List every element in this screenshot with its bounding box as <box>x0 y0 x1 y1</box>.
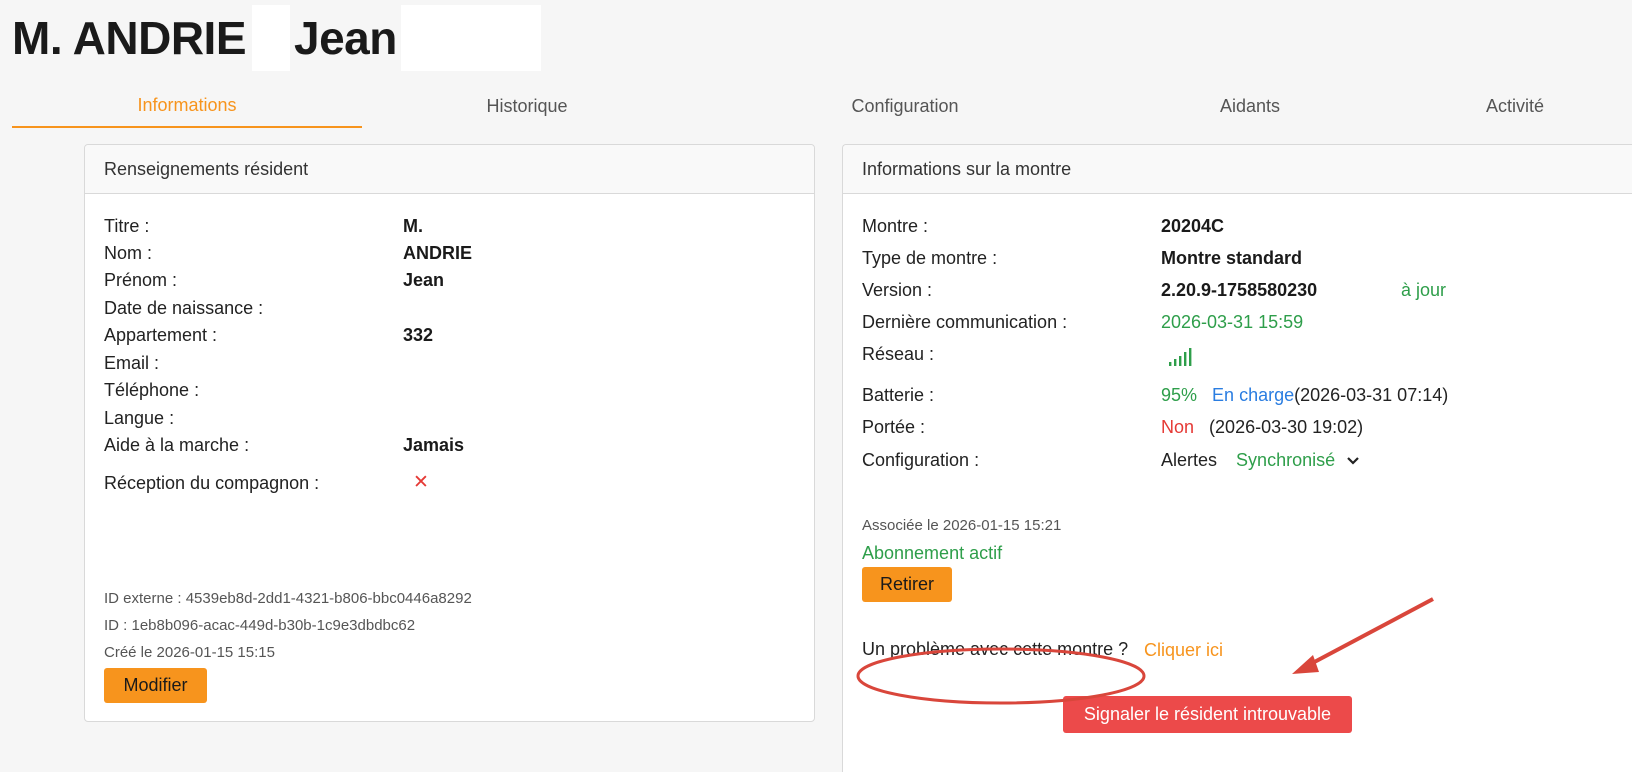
tab-bar: Informations Historique Configuration Ai… <box>0 84 1632 130</box>
tab-activite[interactable]: Activité <box>1440 84 1590 128</box>
battery-label: Batterie : <box>862 385 935 405</box>
last-communication-value: 2026-03-31 15:59 <box>1161 312 1304 332</box>
problem-link[interactable]: Cliquer ici <box>1144 640 1223 661</box>
resident-card-heading: Renseignements résident <box>85 145 814 194</box>
resident-info-card: Renseignements résident Titre : M. Nom :… <box>84 144 815 722</box>
last-communication-label: Dernière communication : <box>862 312 1068 332</box>
field-label-companion: Réception du compagnon : <box>104 473 320 493</box>
tab-configuration[interactable]: Configuration <box>760 84 1050 128</box>
resident-id: ID : 1eb8b096-acac-449d-b30b-1c9e3dbdbc6… <box>104 617 416 634</box>
config-alerts: Alertes <box>1161 450 1218 470</box>
tab-informations[interactable]: Informations <box>12 84 362 128</box>
watch-value: 20204C <box>1161 216 1225 236</box>
chevron-down-icon <box>1347 457 1359 465</box>
redaction-block <box>252 5 291 71</box>
signal-icon <box>1169 348 1192 366</box>
field-label-phone: Téléphone : <box>104 380 200 400</box>
report-missing-resident-button[interactable]: Signaler le résident introuvable <box>1063 696 1352 733</box>
worn-info: Non (2026-03-30 19:02) <box>1161 417 1363 438</box>
external-id: ID externe : 4539eb8d-2dd1-4321-b806-bbc… <box>104 590 472 607</box>
created-date: Créé le 2026-01-15 15:15 <box>104 644 275 661</box>
watch-info-card: Informations sur la montre Montre : 2020… <box>842 144 1632 772</box>
field-value-apartment: 332 <box>403 325 434 345</box>
problem-text: Un problème avec cette montre ? <box>862 639 1129 659</box>
worn-value: Non <box>1161 417 1195 437</box>
battery-time: (2026-03-31 07:14) <box>1294 385 1449 405</box>
field-label-language: Langue : <box>104 408 175 428</box>
redaction-block <box>400 5 541 71</box>
configuration-dropdown[interactable]: Alertes Synchronisé <box>1161 450 1360 471</box>
field-value-firstname: Jean <box>403 270 445 290</box>
worn-label: Portée : <box>862 417 926 437</box>
battery-percent: 95% <box>1161 385 1198 405</box>
subscription-status: Abonnement actif <box>862 543 1003 563</box>
version-status: à jour <box>1401 280 1447 300</box>
modify-button[interactable]: Modifier <box>104 668 207 703</box>
configuration-label: Configuration : <box>862 450 980 470</box>
battery-status: En charge <box>1212 385 1295 405</box>
watch-card-heading: Informations sur la montre <box>843 145 1632 194</box>
watch-type-value: Montre standard <box>1161 248 1303 268</box>
config-status: Synchronisé <box>1236 450 1336 470</box>
watch-label: Montre : <box>862 216 929 236</box>
page: M. ANDRIE Jean Informations Historique C… <box>0 0 1632 772</box>
page-title: M. ANDRIE Jean <box>12 5 541 71</box>
resident-first-name: Jean <box>294 12 397 64</box>
field-label-title: Titre : <box>104 216 150 236</box>
field-label-walking-aid: Aide à la marche : <box>104 435 250 455</box>
tab-aidants[interactable]: Aidants <box>1120 84 1380 128</box>
field-value-lastname: ANDRIE <box>403 243 473 263</box>
worn-time: (2026-03-30 19:02) <box>1209 417 1364 437</box>
field-value-title: M. <box>403 216 423 236</box>
version-label: Version : <box>862 280 933 300</box>
field-value-walking-aid: Jamais <box>403 435 465 455</box>
version-value: 2.20.9-1758580230 <box>1161 280 1318 300</box>
field-label-apartment: Appartement : <box>104 325 218 345</box>
battery-info: 95% En charge(2026-03-31 07:14) <box>1161 385 1448 406</box>
close-icon: ✕ <box>413 472 429 493</box>
watch-type-label: Type de montre : <box>862 248 998 268</box>
field-label-lastname: Nom : <box>104 243 153 263</box>
field-label-birthdate: Date de naissance : <box>104 298 264 318</box>
field-label-firstname: Prénom : <box>104 270 178 290</box>
network-label: Réseau : <box>862 344 935 364</box>
tab-historique[interactable]: Historique <box>400 84 654 128</box>
resident-name-prefix: M. ANDRIE <box>12 12 247 64</box>
associated-date: Associée le 2026-01-15 15:21 <box>862 517 1062 534</box>
field-label-email: Email : <box>104 353 160 373</box>
remove-button[interactable]: Retirer <box>862 567 952 602</box>
